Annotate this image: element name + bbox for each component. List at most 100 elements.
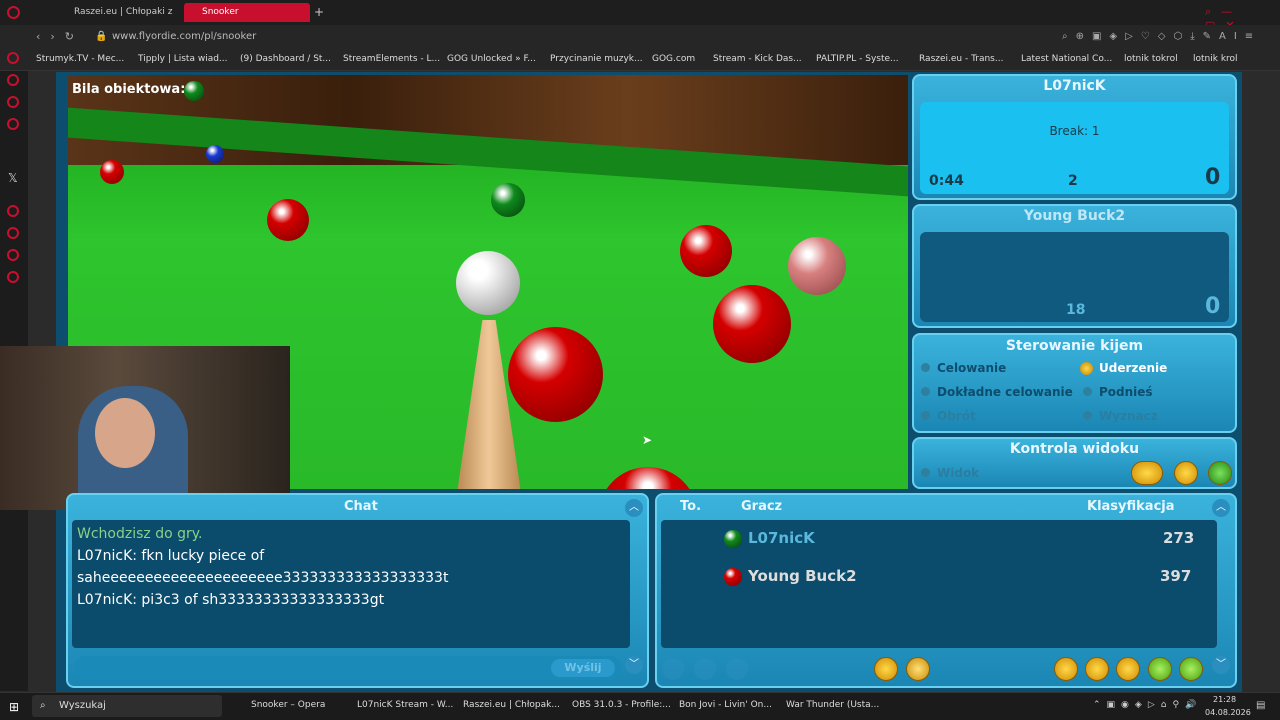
clock-date[interactable]: 04.08.2026	[1205, 708, 1251, 717]
sidebar-icon[interactable]	[7, 74, 19, 86]
disabled-button	[726, 658, 748, 680]
bookmark[interactable]: Raszei.eu - Trans...	[919, 54, 1003, 64]
url-field[interactable]: www.flyordie.com/pl/snooker	[112, 31, 256, 42]
player2-points-left: 18	[1066, 302, 1086, 318]
strike-radio[interactable]	[1080, 362, 1093, 375]
aim-radio[interactable]	[921, 363, 930, 372]
table-row[interactable]: Young Buck2 397	[661, 562, 1217, 592]
taskbar-item[interactable]: Raszei.eu | Chłopak...	[463, 700, 560, 710]
red-ball	[680, 225, 732, 277]
object-ball-label: Bila obiektowa:	[72, 82, 186, 97]
start-button[interactable]: ⊞	[9, 700, 19, 714]
raise-option[interactable]: Podnieś	[1099, 385, 1153, 399]
sidebar-icon[interactable]	[7, 227, 19, 239]
sidebar-icon[interactable]	[7, 96, 19, 108]
chat-message: L07nicK: pi3c3 of sh33333333333333333gt	[77, 592, 385, 608]
view-rotate-button[interactable]	[1174, 461, 1198, 485]
cue-control-title: Sterowanie kijem	[1005, 338, 1144, 354]
bookmark[interactable]: Strumyk.TV - Mec...	[36, 54, 124, 64]
exit-button[interactable]	[1179, 657, 1203, 681]
table-row[interactable]: L07nicK 273	[661, 524, 1217, 554]
chat-scroll-down-icon[interactable]: ﹀	[625, 656, 643, 674]
rotate-option[interactable]: Obrót	[937, 409, 976, 423]
strike-option[interactable]: Uderzenie	[1099, 361, 1167, 375]
rotate-radio[interactable]	[921, 411, 930, 420]
ranking-disabled-buttons	[662, 658, 752, 680]
ranking-scroll-down-icon[interactable]: ﹀	[1212, 656, 1230, 674]
bookmark[interactable]: Tipply | Lista wiad...	[138, 54, 228, 64]
mark-radio[interactable]	[1083, 411, 1092, 420]
bookmark[interactable]: Przycinanie muzyk...	[550, 54, 643, 64]
new-tab-button[interactable]: +	[314, 5, 324, 19]
taskbar-search-label: Wyszukaj	[59, 700, 106, 711]
chat-input[interactable]	[74, 656, 622, 680]
chat-collapse-icon[interactable]: ︿	[625, 499, 643, 517]
player-rating: 273	[1163, 529, 1195, 547]
zoom-button[interactable]	[1131, 461, 1163, 485]
disabled-button	[662, 658, 684, 680]
bookmark[interactable]: Stream - Kick Das...	[713, 54, 802, 64]
object-ball-green	[184, 81, 204, 101]
mark-option[interactable]: Wyznacz	[1099, 409, 1158, 423]
pink-ball	[788, 237, 846, 295]
nav-buttons[interactable]: ‹›↻	[36, 30, 84, 43]
sidebar-icon[interactable]	[7, 52, 19, 64]
tab-raszei[interactable]: Raszei.eu | Chłopaki z Ras	[56, 3, 176, 22]
system-tray-icons[interactable]: ⌃▣◉◈▷⌂⚲🔊	[1093, 700, 1202, 710]
fine-aim-radio[interactable]	[921, 387, 930, 396]
sidebar-icon[interactable]	[7, 118, 19, 130]
sidebar-icon[interactable]	[7, 271, 19, 283]
chat-title: Chat	[344, 499, 378, 514]
browser-toolbar-icons[interactable]: ⌕⊕▣◈▷♡◇⬡⤓✎AI≡	[1062, 31, 1261, 42]
sound-button[interactable]	[906, 657, 930, 681]
notifications-icon[interactable]: ▤	[1256, 700, 1265, 711]
help-button[interactable]	[1148, 657, 1172, 681]
taskbar-item[interactable]: OBS 31.0.3 - Profile:...	[572, 700, 671, 710]
ranking-collapse-icon[interactable]: ︿	[1212, 499, 1230, 517]
bookmark[interactable]: lotnik tokrol	[1124, 54, 1178, 64]
raise-radio[interactable]	[1083, 387, 1092, 396]
trophy-button[interactable]	[1085, 657, 1109, 681]
bookmark[interactable]: GOG Unlocked » F...	[447, 54, 536, 64]
x-icon[interactable]: 𝕏	[8, 171, 18, 185]
taskbar-item[interactable]: L07nicK Stream - W...	[357, 700, 453, 710]
red-ball	[267, 199, 309, 241]
break-label: Break: 1	[1049, 124, 1100, 138]
disabled-button	[694, 658, 716, 680]
chat-bubble-button[interactable]	[1116, 657, 1140, 681]
lock-icon: 🔒	[95, 31, 108, 42]
bookmark[interactable]: lotnik krol	[1193, 54, 1238, 64]
sidebar-icon[interactable]	[7, 205, 19, 217]
cue-stick	[456, 320, 522, 489]
taskbar-item[interactable]: Snooker – Opera	[251, 700, 325, 710]
bookmark[interactable]: PALTIP.PL - Syste...	[816, 54, 899, 64]
opera-logo-icon[interactable]	[7, 6, 20, 19]
table-view-button[interactable]	[1208, 461, 1232, 485]
chat-message: saheeeeeeeeeeeeeeeeeeeee3333333333333333…	[77, 570, 449, 586]
sidebar-icon[interactable]	[7, 249, 19, 261]
green-ball-icon	[724, 530, 742, 548]
clock-time[interactable]: 21:28	[1213, 695, 1236, 704]
player-name: Young Buck2	[748, 567, 857, 585]
view-option[interactable]: Widok	[937, 466, 979, 480]
red-ball	[598, 467, 698, 489]
taskbar-item[interactable]: Bon Jovi - Livin' On...	[679, 700, 772, 710]
view-radio[interactable]	[921, 468, 930, 477]
view-control-title: Kontrola widoku	[1009, 441, 1140, 457]
chat-send-button[interactable]: Wyślij	[551, 659, 615, 677]
webcam-overlay	[0, 346, 290, 510]
fine-aim-option[interactable]: Dokładne celowanie	[937, 385, 1073, 399]
settings-button[interactable]	[874, 657, 898, 681]
streamer-head	[95, 398, 155, 468]
bookmark[interactable]: GOG.com	[652, 54, 695, 64]
taskbar-item[interactable]: War Thunder (Usta...	[786, 700, 879, 710]
bookmark[interactable]: Latest National Co...	[1021, 54, 1112, 64]
bookmark[interactable]: (9) Dashboard / St...	[240, 54, 331, 64]
chat-system-message: Wchodzisz do gry.	[77, 526, 203, 542]
red-ball	[713, 285, 791, 363]
tab-snooker[interactable]: Snooker	[184, 3, 310, 22]
new-table-button[interactable]	[1054, 657, 1078, 681]
aim-option[interactable]: Celowanie	[937, 361, 1006, 375]
green-ball	[491, 183, 525, 217]
bookmark[interactable]: StreamElements - L...	[343, 54, 440, 64]
